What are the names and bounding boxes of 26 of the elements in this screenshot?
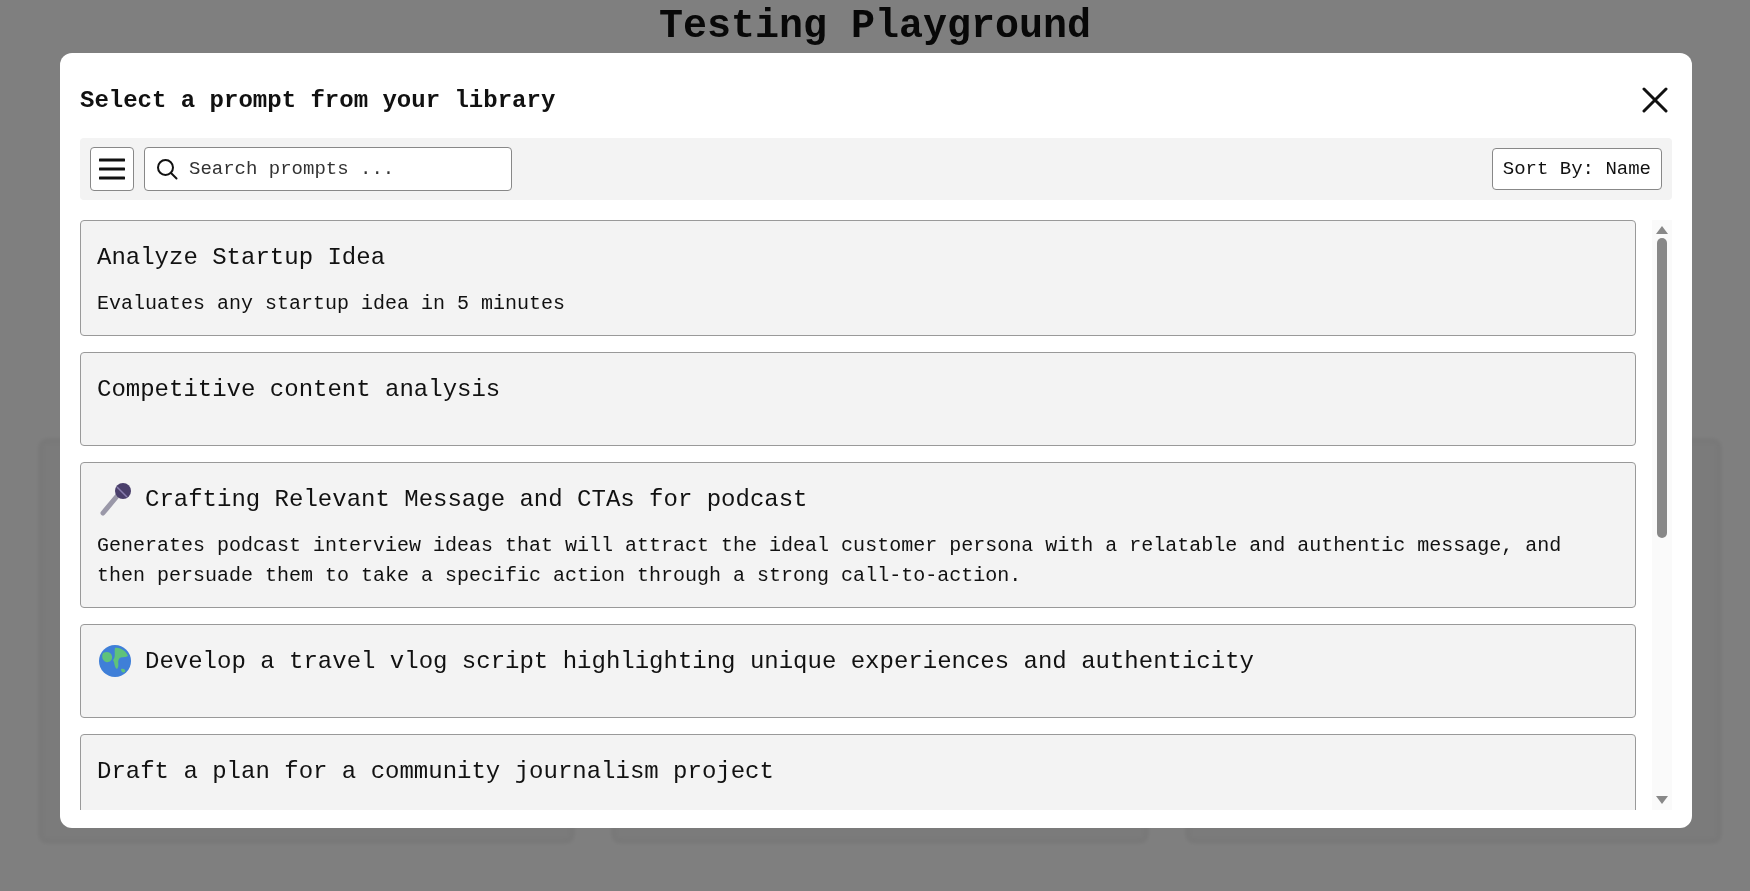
prompt-title: Draft a plan for a community journalism project [97,757,774,785]
scroll-up-icon[interactable] [1656,226,1668,234]
prompt-card[interactable] [80,462,1636,608]
dialog-title: Select a prompt from your library [80,86,556,114]
scrollbar[interactable] [1652,220,1672,810]
sort-button[interactable]: Sort By: Name [1491,148,1662,190]
menu-button[interactable] [90,147,134,191]
prompt-card[interactable]: Analyze Startup Idea Evaluates any startup idea in 5 minutes [80,220,1636,336]
prompt-card[interactable]: Competitive content analysis [80,352,1636,446]
menu-icon [99,158,125,180]
prompt-card[interactable]: Draft a plan for a community journalism project [80,734,1636,810]
prompt-title: Develop a travel vlog script highlighting unique experiences and authenticity [145,647,1254,675]
scrollbar-thumb[interactable] [1657,238,1667,538]
page-title: Testing Playground [658,4,1092,50]
scroll-down-icon[interactable] [1656,796,1668,804]
close-icon [1642,87,1668,113]
prompt-description: Evaluates any startup idea in 5 minutes [97,291,567,317]
globe-icon [97,643,133,679]
prompt-title: Competitive content analysis [97,375,501,403]
prompt-description: Generates podcast interview ideas that will attract the ideal customer persona with a relatable and authentic message, and then persuade them to take a specific action through a strong call-to-action. [97,533,1563,589]
search-field[interactable]: Search prompts ... [144,147,512,191]
prompt-title: Crafting Relevant Message and CTAs for podcast [145,485,808,513]
prompt-card[interactable]: Develop a travel vlog script highlighting unique experiences and authenticity [80,624,1636,718]
prompt-title: Analyze Startup Idea [97,243,386,271]
microphone-icon [97,481,133,517]
search-icon [156,158,178,180]
